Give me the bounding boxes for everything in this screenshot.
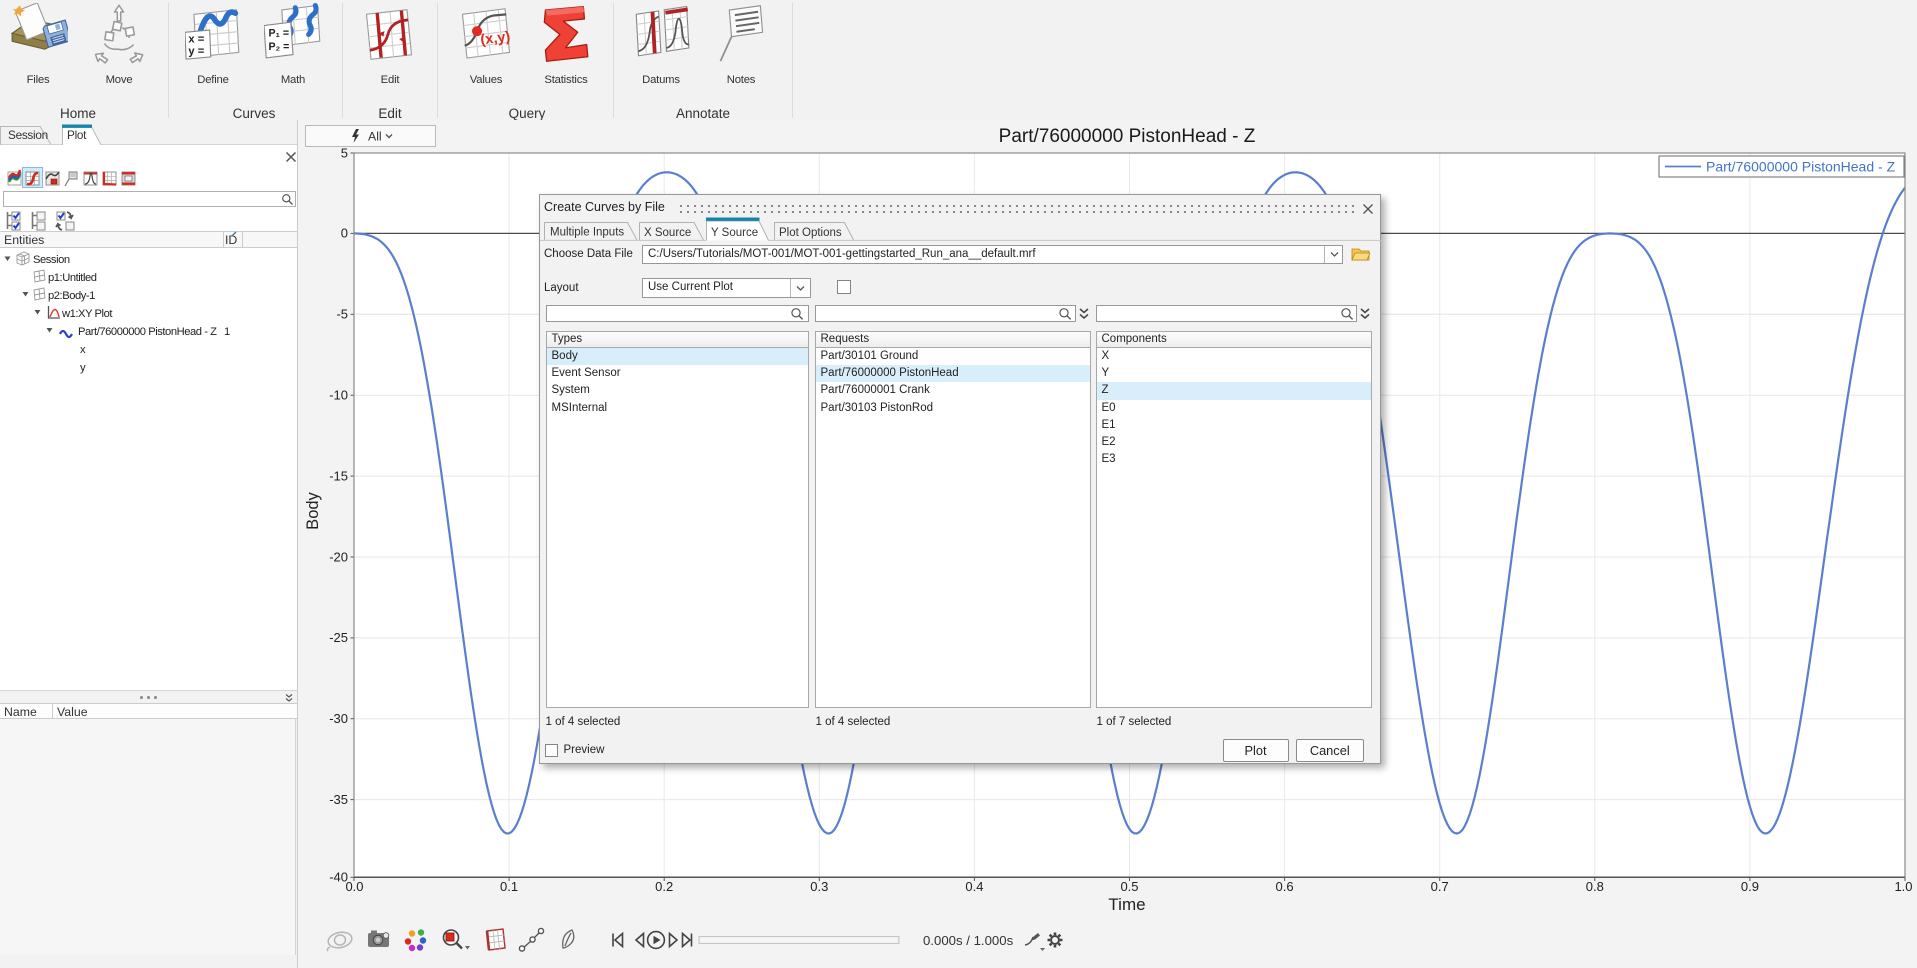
svg-text:Multiple Inputs: Multiple Inputs bbox=[550, 227, 624, 239]
svg-text:Part/76000000 PistonHead - Z: Part/76000000 PistonHead - Z bbox=[1706, 158, 1896, 174]
svg-text:Session: Session bbox=[8, 128, 48, 142]
svg-text:w1:XY Plot: w1:XY Plot bbox=[61, 308, 113, 320]
svg-text:-30: -30 bbox=[329, 711, 348, 726]
svg-text:Body: Body bbox=[304, 491, 322, 529]
svg-text:0.2: 0.2 bbox=[655, 879, 673, 894]
svg-text:X Source: X Source bbox=[644, 227, 691, 239]
svg-text:0.0: 0.0 bbox=[345, 879, 363, 894]
svg-text:Session: Session bbox=[33, 254, 70, 266]
svg-text:y: y bbox=[80, 362, 86, 374]
svg-text:-15: -15 bbox=[329, 468, 348, 483]
svg-text:0.8: 0.8 bbox=[1586, 879, 1604, 894]
svg-text:0.5: 0.5 bbox=[1120, 879, 1138, 894]
svg-text:1: 1 bbox=[224, 326, 230, 338]
svg-text:p1:Untitled: p1:Untitled bbox=[48, 272, 97, 284]
svg-text:1.0: 1.0 bbox=[1894, 879, 1912, 894]
svg-text:x: x bbox=[80, 344, 86, 356]
svg-text:-35: -35 bbox=[329, 792, 348, 807]
svg-text:Plot: Plot bbox=[67, 128, 87, 142]
svg-text:x =: x = bbox=[188, 33, 204, 45]
svg-text:p2:Body-1: p2:Body-1 bbox=[48, 290, 95, 302]
svg-text:0: 0 bbox=[341, 226, 348, 241]
svg-text:Plot Options: Plot Options bbox=[779, 227, 842, 239]
svg-text:0.9: 0.9 bbox=[1741, 879, 1759, 894]
svg-text:Part/76000000 PistonHead - Z: Part/76000000 PistonHead - Z bbox=[78, 326, 217, 338]
svg-text:Part/76000000 PistonHead - Z: Part/76000000 PistonHead - Z bbox=[999, 126, 1256, 147]
svg-text:0.6: 0.6 bbox=[1276, 879, 1294, 894]
svg-text:0.7: 0.7 bbox=[1431, 879, 1449, 894]
svg-text:-10: -10 bbox=[329, 388, 348, 403]
svg-text:P₁ =: P₁ = bbox=[268, 28, 289, 40]
svg-text:Time: Time bbox=[1108, 895, 1145, 914]
svg-text:-20: -20 bbox=[329, 549, 348, 564]
svg-text:P₂ =: P₂ = bbox=[268, 41, 289, 53]
svg-text:-5: -5 bbox=[336, 307, 348, 322]
svg-text:Y Source: Y Source bbox=[711, 227, 758, 239]
svg-text:-25: -25 bbox=[329, 630, 348, 645]
svg-text:0.1: 0.1 bbox=[500, 879, 518, 894]
svg-text:y =: y = bbox=[188, 46, 204, 58]
svg-text:All: All bbox=[368, 129, 382, 143]
svg-text:0.3: 0.3 bbox=[810, 879, 828, 894]
svg-text:0.4: 0.4 bbox=[965, 879, 983, 894]
svg-text:5: 5 bbox=[341, 145, 348, 160]
